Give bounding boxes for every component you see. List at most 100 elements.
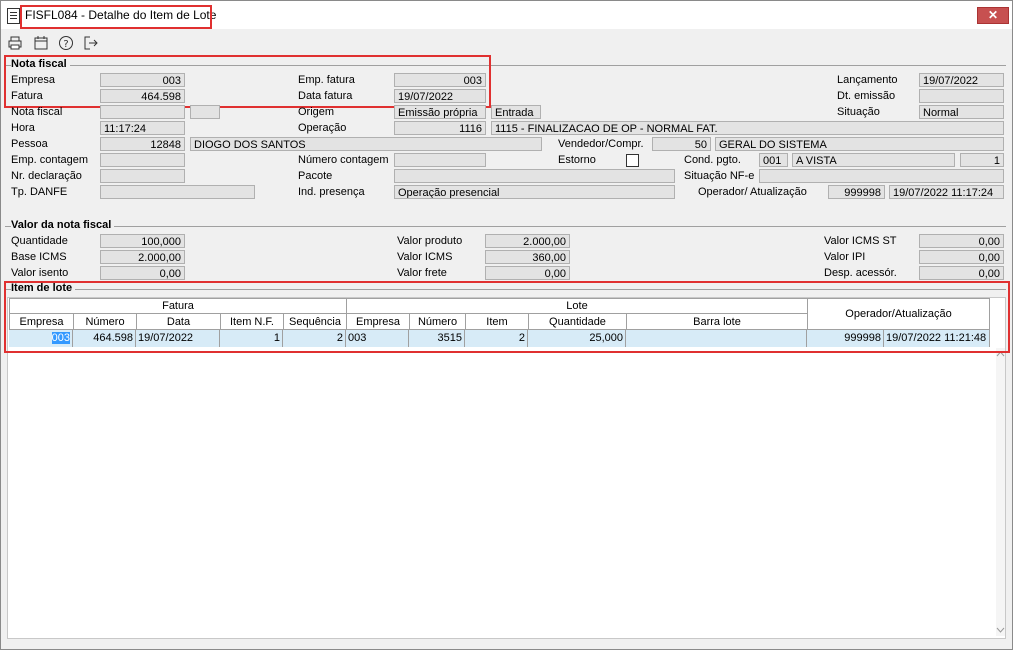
cell-lote-numero[interactable]: 3515 [409, 330, 465, 347]
scroll-up-icon[interactable] [996, 350, 1005, 358]
operacao-label: Operação [298, 122, 347, 134]
ind-presenca-field[interactable]: Operação presencial [394, 185, 675, 199]
cell-operador[interactable]: 999998 [807, 330, 884, 347]
valor-icms-label: Valor ICMS [397, 251, 453, 263]
data-fatura-field[interactable]: 19/07/2022 [394, 89, 486, 103]
cond-pgto-parcelas-field[interactable]: 1 [960, 153, 1004, 167]
valor-ipi-field[interactable]: 0,00 [919, 250, 1004, 264]
fatura-field[interactable]: 464.598 [100, 89, 185, 103]
ind-presenca-label: Ind. presença [298, 186, 365, 198]
item-lote-grid: Fatura Lote Operador/Atualização Empresa… [7, 297, 1006, 639]
estorno-checkbox[interactable] [626, 154, 639, 167]
operacao-code-field[interactable]: 1116 [394, 121, 486, 135]
cond-pgto-label: Cond. pgto. [684, 154, 741, 166]
col-quantidade-header[interactable]: Quantidade [528, 313, 627, 330]
base-icms-field[interactable]: 2.000,00 [100, 250, 185, 264]
cond-pgto-desc-field[interactable]: A VISTA [792, 153, 955, 167]
cell-item[interactable]: 2 [465, 330, 528, 347]
dt-emissao-label: Dt. emissão [837, 90, 896, 102]
vendedor-code-field[interactable]: 50 [652, 137, 711, 151]
col-item-nf-header[interactable]: Item N.F. [220, 313, 284, 330]
situacao-field[interactable]: Normal [919, 105, 1004, 119]
col-item-header[interactable]: Item [465, 313, 529, 330]
tipo-field[interactable]: Entrada [491, 105, 541, 119]
valor-frete-field[interactable]: 0,00 [485, 266, 570, 280]
window-title: FISFL084 - Detalhe do Item de Lote [25, 8, 217, 22]
cell-data[interactable]: 19/07/2022 [136, 330, 220, 347]
calendar-icon[interactable] [33, 35, 49, 51]
document-icon [7, 8, 20, 24]
valor-icms-field[interactable]: 360,00 [485, 250, 570, 264]
cell-empresa[interactable]: 003 [9, 330, 73, 347]
help-icon[interactable]: ? [58, 35, 74, 51]
toolbar: ? [1, 29, 1012, 57]
numero-contagem-field[interactable] [394, 153, 486, 167]
col-numero-header[interactable]: Número [73, 313, 137, 330]
col-sequencia-header[interactable]: Sequência [283, 313, 347, 330]
operacao-desc-field[interactable]: 1115 - FINALIZACAO DE OP - NORMAL FAT. [491, 121, 1004, 135]
operador-field[interactable]: 999998 [828, 185, 885, 199]
data-fatura-label: Data fatura [298, 90, 353, 102]
situacao-nfe-label: Situação NF-e [684, 170, 755, 182]
pacote-field[interactable] [394, 169, 675, 183]
valor-produto-field[interactable]: 2.000,00 [485, 234, 570, 248]
dt-emissao-field[interactable] [919, 89, 1004, 103]
cell-quantidade[interactable]: 25,000 [528, 330, 626, 347]
atualizacao-field[interactable]: 19/07/2022 11:17:24 [889, 185, 1004, 199]
serie-field[interactable] [190, 105, 220, 119]
quantidade-label: Quantidade [11, 235, 68, 247]
cell-item-nf[interactable]: 1 [220, 330, 283, 347]
cell-atualizacao[interactable]: 19/07/2022 11:21:48 [884, 330, 990, 347]
nota-fiscal-line [5, 65, 1006, 66]
situacao-label: Situação [837, 106, 880, 118]
pessoa-name-field[interactable]: DIOGO DOS SANTOS [190, 137, 542, 151]
valor-produto-label: Valor produto [397, 235, 463, 247]
valor-isento-field[interactable]: 0,00 [100, 266, 185, 280]
cell-empresa-value: 003 [51, 332, 70, 344]
lancamento-field[interactable]: 19/07/2022 [919, 73, 1004, 87]
valor-ipi-label: Valor IPI [824, 251, 866, 263]
cond-pgto-code-field[interactable]: 001 [759, 153, 788, 167]
lote-group-header: Lote [346, 298, 808, 314]
item-lote-line [5, 289, 1006, 290]
title-bar: FISFL084 - Detalhe do Item de Lote ✕ [1, 1, 1012, 29]
situacao-nfe-field[interactable] [759, 169, 1004, 183]
emp-fatura-field[interactable]: 003 [394, 73, 486, 87]
pessoa-code-field[interactable]: 12848 [100, 137, 185, 151]
nota-fiscal-field[interactable] [100, 105, 185, 119]
base-icms-label: Base ICMS [11, 251, 67, 263]
empresa-field[interactable]: 003 [100, 73, 185, 87]
desp-acessor-field[interactable]: 0,00 [919, 266, 1004, 280]
operador-atualizacao-header[interactable]: Operador/Atualização [807, 298, 990, 330]
estorno-label: Estorno [558, 154, 596, 166]
cell-barra-lote[interactable] [626, 330, 807, 347]
lancamento-label: Lançamento [837, 74, 898, 86]
emp-contagem-field[interactable] [100, 153, 185, 167]
quantidade-field[interactable]: 100,000 [100, 234, 185, 248]
origem-field[interactable]: Emissão própria [394, 105, 486, 119]
nr-declaracao-field[interactable] [100, 169, 185, 183]
cell-numero[interactable]: 464.598 [73, 330, 136, 347]
col-lote-numero-header[interactable]: Número [409, 313, 466, 330]
vendedor-name-field[interactable]: GERAL DO SISTEMA [715, 137, 1004, 151]
valor-nf-line [5, 226, 1006, 227]
close-button[interactable]: ✕ [977, 7, 1009, 24]
emp-fatura-label: Emp. fatura [298, 74, 355, 86]
exit-icon[interactable] [83, 35, 99, 51]
col-lote-empresa-header[interactable]: Empresa [346, 313, 410, 330]
cell-lote-empresa[interactable]: 003 [346, 330, 409, 347]
scroll-down-icon[interactable] [996, 626, 1005, 634]
hora-field[interactable]: 11:17:24 [100, 121, 185, 135]
pessoa-label: Pessoa [11, 138, 48, 150]
valor-icms-st-field[interactable]: 0,00 [919, 234, 1004, 248]
col-barra-lote-header[interactable]: Barra lote [626, 313, 808, 330]
origem-label: Origem [298, 106, 335, 118]
tp-danfe-field[interactable] [100, 185, 255, 199]
vertical-scrollbar[interactable] [996, 348, 1005, 636]
cell-sequencia[interactable]: 2 [283, 330, 346, 347]
col-empresa-header[interactable]: Empresa [9, 313, 74, 330]
desp-acessor-label: Desp. acessór. [824, 267, 897, 279]
col-data-header[interactable]: Data [136, 313, 221, 330]
print-icon[interactable] [7, 35, 23, 51]
nr-declaracao-label: Nr. declaração [11, 170, 82, 182]
